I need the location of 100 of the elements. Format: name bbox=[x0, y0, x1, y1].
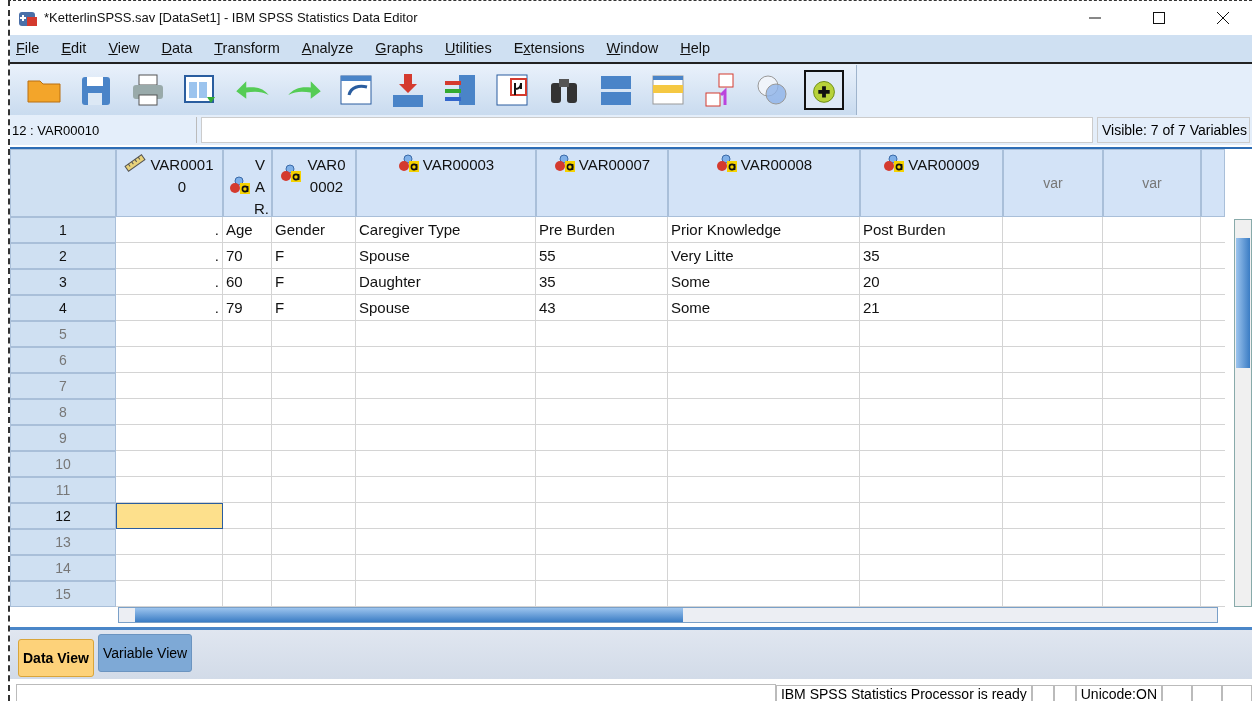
table-cell[interactable] bbox=[272, 398, 356, 425]
table-cell[interactable] bbox=[116, 528, 223, 555]
menu-item[interactable]: Data bbox=[157, 40, 211, 57]
table-cell[interactable] bbox=[272, 476, 356, 503]
table-cell[interactable] bbox=[1003, 320, 1103, 347]
table-cell[interactable] bbox=[1003, 242, 1103, 269]
table-cell[interactable] bbox=[356, 450, 536, 477]
table-cell[interactable] bbox=[116, 580, 223, 607]
table-cell[interactable] bbox=[668, 528, 860, 555]
column-header[interactable]: VAR00007 bbox=[536, 148, 668, 217]
table-cell[interactable]: Gender bbox=[272, 216, 356, 243]
table-cell[interactable]: 20 bbox=[860, 268, 1003, 295]
table-cell[interactable] bbox=[1003, 372, 1103, 399]
table-cell[interactable] bbox=[356, 580, 536, 607]
table-cell[interactable]: . bbox=[116, 294, 223, 321]
table-cell[interactable] bbox=[223, 554, 272, 581]
table-cell[interactable] bbox=[860, 450, 1003, 477]
table-cell[interactable] bbox=[1103, 320, 1201, 347]
menu-item[interactable]: View bbox=[104, 40, 158, 57]
table-cell[interactable]: . bbox=[116, 268, 223, 295]
table-cell[interactable]: Caregiver Type bbox=[356, 216, 536, 243]
table-cell[interactable] bbox=[1003, 502, 1103, 529]
table-cell[interactable] bbox=[223, 502, 272, 529]
table-cell[interactable] bbox=[116, 450, 223, 477]
table-cell[interactable]: Post Burden bbox=[860, 216, 1003, 243]
table-cell[interactable]: 60 bbox=[223, 268, 272, 295]
table-cell[interactable]: . bbox=[116, 242, 223, 269]
column-header[interactable]: VAR. bbox=[223, 148, 272, 217]
table-cell[interactable] bbox=[1003, 528, 1103, 555]
table-cell[interactable]: . bbox=[116, 216, 223, 243]
table-cell[interactable] bbox=[1003, 398, 1103, 425]
table-cell[interactable] bbox=[1103, 476, 1201, 503]
menu-item[interactable]: Help bbox=[676, 40, 729, 57]
table-cell[interactable] bbox=[356, 476, 536, 503]
table-cell[interactable] bbox=[272, 554, 356, 581]
table-cell[interactable] bbox=[536, 502, 668, 529]
column-header[interactable]: VAR00010 bbox=[116, 148, 223, 217]
table-cell[interactable] bbox=[356, 372, 536, 399]
table-cell[interactable]: Very Litte bbox=[668, 242, 860, 269]
table-cell[interactable] bbox=[668, 320, 860, 347]
table-cell[interactable] bbox=[1003, 346, 1103, 373]
table-cell[interactable] bbox=[272, 502, 356, 529]
table-cell[interactable] bbox=[356, 346, 536, 373]
table-cell[interactable] bbox=[1103, 424, 1201, 451]
table-cell[interactable] bbox=[536, 554, 668, 581]
view-tab[interactable]: Variable View bbox=[97, 633, 193, 672]
selected-cell[interactable] bbox=[116, 502, 223, 529]
table-cell[interactable] bbox=[272, 528, 356, 555]
table-cell[interactable] bbox=[536, 580, 668, 607]
table-cell[interactable] bbox=[1103, 346, 1201, 373]
column-header[interactable] bbox=[1201, 148, 1225, 217]
table-cell[interactable]: 55 bbox=[536, 242, 668, 269]
table-cell[interactable] bbox=[860, 554, 1003, 581]
table-cell[interactable] bbox=[1003, 294, 1103, 321]
table-cell[interactable] bbox=[1103, 242, 1201, 269]
table-cell[interactable] bbox=[860, 398, 1003, 425]
menu-item[interactable]: Utilities bbox=[440, 40, 510, 57]
table-cell[interactable] bbox=[223, 424, 272, 451]
table-cell[interactable] bbox=[668, 372, 860, 399]
vertical-scrollbar[interactable] bbox=[1234, 218, 1252, 607]
table-cell[interactable] bbox=[356, 398, 536, 425]
table-cell[interactable]: Some bbox=[668, 268, 860, 295]
menu-item[interactable]: Graphs bbox=[371, 40, 441, 57]
table-cell[interactable] bbox=[116, 476, 223, 503]
table-cell[interactable] bbox=[356, 528, 536, 555]
table-cell[interactable] bbox=[356, 502, 536, 529]
table-cell[interactable] bbox=[116, 424, 223, 451]
table-cell[interactable] bbox=[668, 346, 860, 373]
table-cell[interactable] bbox=[1003, 424, 1103, 451]
table-cell[interactable] bbox=[1103, 554, 1201, 581]
table-cell[interactable]: 35 bbox=[860, 242, 1003, 269]
table-cell[interactable] bbox=[1103, 580, 1201, 607]
menu-item[interactable]: Transform bbox=[210, 40, 298, 57]
menu-item[interactable]: Window bbox=[602, 40, 677, 57]
table-cell[interactable] bbox=[536, 476, 668, 503]
table-cell[interactable] bbox=[536, 528, 668, 555]
table-cell[interactable] bbox=[668, 398, 860, 425]
table-cell[interactable] bbox=[1103, 528, 1201, 555]
table-cell[interactable] bbox=[668, 424, 860, 451]
table-cell[interactable] bbox=[860, 346, 1003, 373]
menu-item[interactable]: Extensions bbox=[509, 40, 603, 57]
table-cell[interactable] bbox=[536, 346, 668, 373]
row-number[interactable]: 3 bbox=[10, 268, 116, 295]
row-number[interactable]: 1 bbox=[10, 216, 116, 243]
table-cell[interactable] bbox=[1003, 268, 1103, 295]
table-cell[interactable] bbox=[536, 398, 668, 425]
table-cell[interactable] bbox=[860, 528, 1003, 555]
column-header[interactable]: VAR00008 bbox=[668, 148, 860, 217]
table-cell[interactable]: 43 bbox=[536, 294, 668, 321]
table-cell[interactable] bbox=[536, 320, 668, 347]
table-cell[interactable] bbox=[223, 372, 272, 399]
table-cell[interactable] bbox=[1003, 476, 1103, 503]
table-cell[interactable]: Prior Knowledge bbox=[668, 216, 860, 243]
table-cell[interactable]: Age bbox=[223, 216, 272, 243]
table-cell[interactable] bbox=[1003, 580, 1103, 607]
table-cell[interactable] bbox=[116, 372, 223, 399]
table-cell[interactable] bbox=[1103, 502, 1201, 529]
table-cell[interactable] bbox=[356, 554, 536, 581]
table-cell[interactable] bbox=[536, 424, 668, 451]
table-cell[interactable] bbox=[668, 580, 860, 607]
